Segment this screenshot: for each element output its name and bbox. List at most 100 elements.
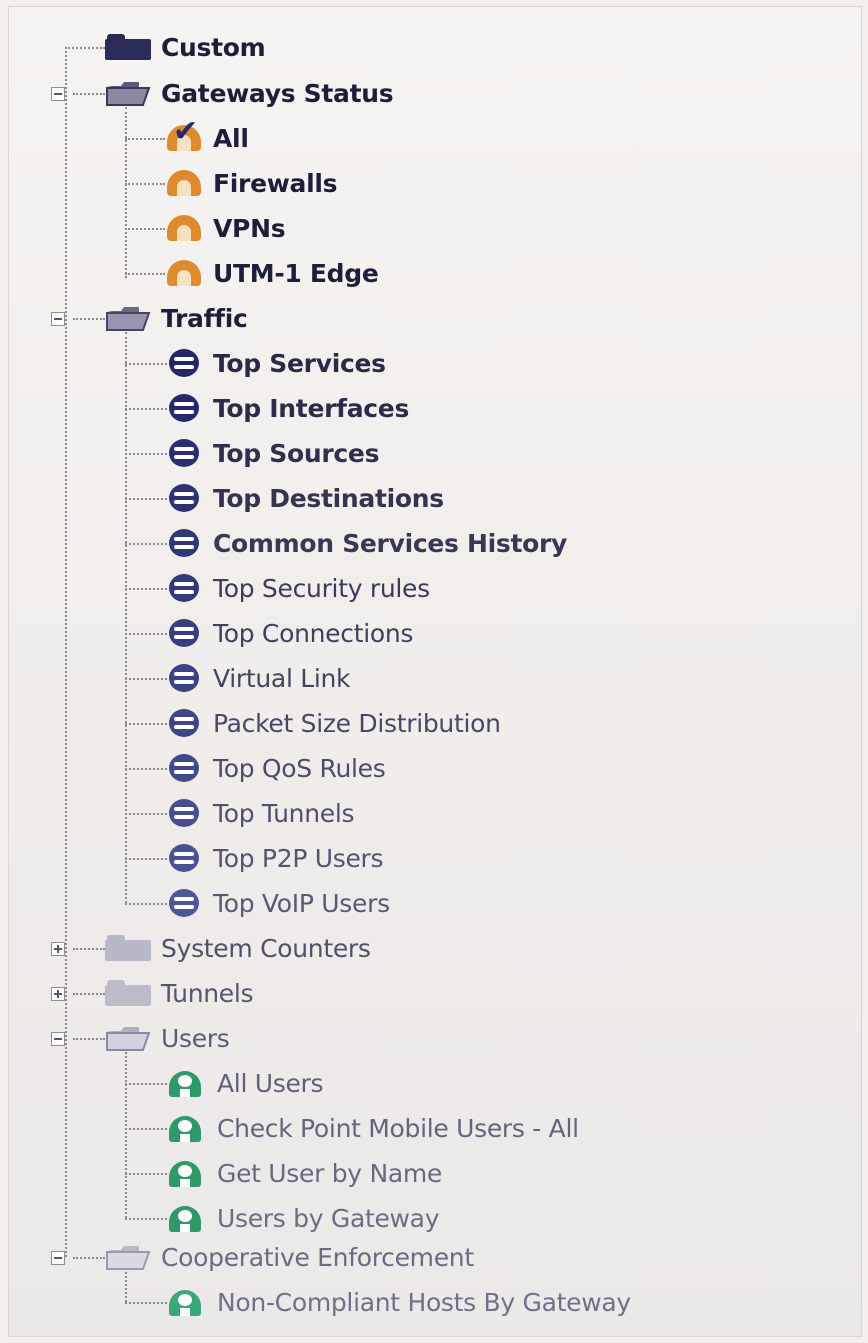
tree-branch-line <box>125 678 167 680</box>
traffic-icon <box>167 393 203 423</box>
tree-node-virtual-link[interactable]: Virtual Link <box>167 656 351 700</box>
tree-node-label: UTM-1 Edge <box>213 258 379 288</box>
tree-node-top-sources[interactable]: Top Sources <box>167 431 379 475</box>
tree-branch-line <box>73 318 105 320</box>
tree-branch-line <box>125 1083 167 1085</box>
tree-node-label: Check Point Mobile Users - All <box>217 1113 579 1143</box>
folder-open-icon <box>105 1244 151 1270</box>
tree-branch-line <box>125 633 167 635</box>
tree-branch-line <box>125 588 167 590</box>
tree-node-gateways-all[interactable]: ✔ All <box>165 116 249 160</box>
collapse-gateways-status-toggle[interactable] <box>51 87 65 101</box>
tree-node-top-qos-rules[interactable]: Top QoS Rules <box>167 746 386 790</box>
collapse-cooperative-enforcement-toggle[interactable] <box>51 1251 65 1265</box>
folder-open-icon <box>105 305 151 331</box>
user-icon <box>167 1114 207 1142</box>
tree-node-label: Cooperative Enforcement <box>161 1242 474 1272</box>
tree-node-label: Top QoS Rules <box>213 753 386 783</box>
tree-node-label: Top Tunnels <box>213 798 355 828</box>
folder-open-icon <box>105 1025 151 1051</box>
tree-node-gateways-status[interactable]: Gateways Status <box>105 71 394 115</box>
tree-node-label: Non-Compliant Hosts By Gateway <box>217 1287 631 1317</box>
tree-group-line <box>125 107 127 278</box>
tree-node-top-interfaces[interactable]: Top Interfaces <box>167 386 409 430</box>
tree-node-utm1-edge[interactable]: UTM-1 Edge <box>165 251 379 295</box>
traffic-icon <box>167 798 203 828</box>
tree-branch-line <box>125 183 165 185</box>
folder-open-icon <box>105 80 151 106</box>
tree-branch-line <box>73 948 105 950</box>
tree-branch-line <box>65 47 105 49</box>
tree-node-traffic[interactable]: Traffic <box>105 296 248 340</box>
tree-branch-line <box>73 993 105 995</box>
tree-branch-line <box>125 543 167 545</box>
tree-node-check-point-mobile-users-all[interactable]: Check Point Mobile Users - All <box>167 1106 579 1150</box>
tree-node-top-p2p-users[interactable]: Top P2P Users <box>167 836 384 880</box>
tree-branch-line <box>73 1038 105 1040</box>
tree-node-label: All Users <box>217 1068 324 1098</box>
collapse-users-toggle[interactable] <box>51 1032 65 1046</box>
tree-branch-line <box>125 813 167 815</box>
tree-node-label: System Counters <box>161 933 371 963</box>
tree-node-label: Packet Size Distribution <box>213 708 501 738</box>
gateway-icon <box>165 258 203 288</box>
tree-branch-line <box>125 1218 167 1220</box>
tree-branch-line <box>125 723 167 725</box>
tree-group-line <box>125 332 127 903</box>
report-tree-panel: Custom Gateways Status ✔ All Firewalls V… <box>8 6 862 1337</box>
tree-node-label: Custom <box>161 32 266 62</box>
tree-branch-line <box>125 1128 167 1130</box>
tree-node-top-connections[interactable]: Top Connections <box>167 611 413 655</box>
user-icon <box>167 1288 207 1316</box>
traffic-icon <box>167 618 203 648</box>
expand-tunnels-toggle[interactable] <box>51 987 65 1001</box>
tree-branch-line <box>125 768 167 770</box>
tree-node-vpns[interactable]: VPNs <box>165 206 286 250</box>
gateway-icon <box>165 213 203 243</box>
tree-branch-line <box>125 138 165 140</box>
expand-system-counters-toggle[interactable] <box>51 942 65 956</box>
tree-node-top-services[interactable]: Top Services <box>167 341 386 385</box>
traffic-icon <box>167 753 203 783</box>
tree-node-common-services-history[interactable]: Common Services History <box>167 521 567 565</box>
tree-node-top-tunnels[interactable]: Top Tunnels <box>167 791 355 835</box>
traffic-icon <box>167 888 203 918</box>
tree-node-non-compliant-hosts-by-gateway[interactable]: Non-Compliant Hosts By Gateway <box>167 1280 631 1324</box>
tree-node-label: Traffic <box>161 303 248 333</box>
tree-branch-line <box>125 858 167 860</box>
tree-node-get-user-by-name[interactable]: Get User by Name <box>167 1151 442 1195</box>
collapse-traffic-toggle[interactable] <box>51 312 65 326</box>
traffic-icon <box>167 708 203 738</box>
tree-node-label: Firewalls <box>213 168 338 198</box>
tree-node-label: Top Services <box>213 348 386 378</box>
tree-node-system-counters[interactable]: System Counters <box>105 926 371 970</box>
tree-branch-line <box>125 273 165 275</box>
tree-node-label: Top P2P Users <box>213 843 384 873</box>
tree-node-firewalls[interactable]: Firewalls <box>165 161 338 205</box>
tree-node-label: Gateways Status <box>161 78 394 108</box>
tree-node-label: Common Services History <box>213 528 568 558</box>
tree-node-users-by-gateway[interactable]: Users by Gateway <box>167 1196 440 1240</box>
tree-node-label: Get User by Name <box>217 1158 442 1188</box>
tree-node-all-users[interactable]: All Users <box>167 1061 324 1105</box>
tree-node-cooperative-enforcement[interactable]: Cooperative Enforcement <box>105 1235 474 1279</box>
tree-node-label: Top Sources <box>213 438 380 468</box>
tree-node-users[interactable]: Users <box>105 1016 230 1060</box>
tree-branch-line <box>125 1302 167 1304</box>
tree-group-line <box>125 1052 127 1218</box>
tree-node-packet-size-distribution[interactable]: Packet Size Distribution <box>167 701 501 745</box>
tree-node-label: Top Connections <box>213 618 414 648</box>
traffic-icon <box>167 483 203 513</box>
tree-node-custom[interactable]: Custom <box>105 25 266 69</box>
traffic-icon <box>167 843 203 873</box>
tree-node-top-security-rules[interactable]: Top Security rules <box>167 566 430 610</box>
tree-branch-line <box>125 453 167 455</box>
tree-branch-line <box>125 228 165 230</box>
tree-node-top-voip-users[interactable]: Top VoIP Users <box>167 881 390 925</box>
tree-node-top-destinations[interactable]: Top Destinations <box>167 476 444 520</box>
tree-node-label: Top Destinations <box>213 483 444 513</box>
tree-root-line <box>65 47 67 1257</box>
folder-icon <box>105 34 151 60</box>
tree-node-tunnels[interactable]: Tunnels <box>105 971 254 1015</box>
tree-node-label: VPNs <box>213 213 286 243</box>
